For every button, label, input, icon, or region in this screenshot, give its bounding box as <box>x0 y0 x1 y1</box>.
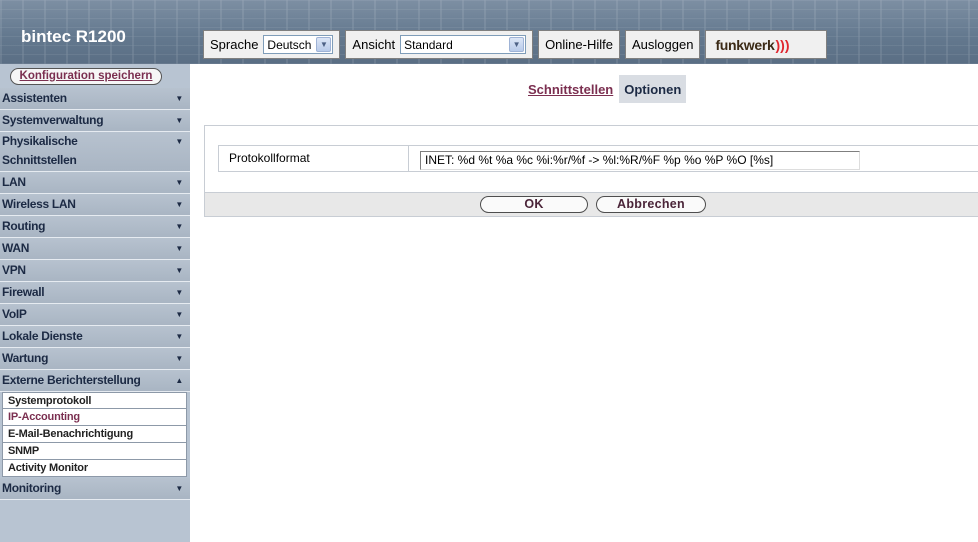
chevron-down-icon: ▼ <box>175 244 183 253</box>
sidebar-item-label: Firewall <box>2 285 45 299</box>
chevron-down-icon: ▼ <box>175 484 183 493</box>
top-toolbar: Sprache Deutsch ▼ Ansicht Standard ▼ Onl… <box>203 30 828 59</box>
sidebar-item-voip[interactable]: VoIP ▼ <box>0 304 190 326</box>
sidebar-item-label: LAN <box>2 175 26 189</box>
cancel-button[interactable]: Abbrechen <box>596 196 706 213</box>
sidebar-item-label: Routing <box>2 219 46 233</box>
sidebar-item-externe-berichterstellung[interactable]: Externe Berichterstellung ▲ <box>0 370 190 392</box>
sidebar-item-wan[interactable]: WAN ▼ <box>0 238 190 260</box>
chevron-down-icon: ▼ <box>175 200 183 209</box>
language-value: Deutsch <box>267 37 312 52</box>
language-select[interactable]: Deutsch ▼ <box>263 35 334 54</box>
sidebar-item-vpn[interactable]: VPN ▼ <box>0 260 190 282</box>
sidebar-item-label: Wireless LAN <box>2 197 76 211</box>
help-label: Online-Hilfe <box>545 37 613 52</box>
view-label: Ansicht <box>352 37 396 52</box>
sidebar-item-label: Systemverwaltung <box>2 113 104 127</box>
options-form: Protokollformat INET: %d %t %a %c %i:%r/… <box>204 125 978 193</box>
sidebar-item-routing[interactable]: Routing ▼ <box>0 216 190 238</box>
ok-button[interactable]: OK <box>480 196 588 213</box>
sidebar-item-label: Externe Berichterstellung <box>2 373 141 387</box>
sidebar-menu: Assistenten ▼ Systemverwaltung ▼ Physikali… <box>0 88 190 500</box>
view-value: Standard <box>404 37 453 52</box>
sidebar-item-label: Assistenten <box>2 91 67 105</box>
view-select[interactable]: Standard ▼ <box>400 35 527 54</box>
logout-button[interactable]: Ausloggen <box>624 30 701 59</box>
chevron-down-icon: ▼ <box>175 94 183 103</box>
subitem-ip-accounting[interactable]: IP-Accounting <box>2 409 187 426</box>
logout-label: Ausloggen <box>631 37 694 52</box>
chevron-down-icon: ▼ <box>175 178 183 187</box>
language-group: Sprache Deutsch ▼ <box>203 30 341 59</box>
view-group: Ansicht Standard ▼ <box>345 30 534 59</box>
sidebar-item-label: Wartung <box>2 351 49 365</box>
chevron-down-icon: ▼ <box>175 222 183 231</box>
sidebar-item-monitoring[interactable]: Monitoring ▼ <box>0 478 190 500</box>
chevron-down-icon: ▼ <box>175 288 183 297</box>
sidebar-item-label: WAN <box>2 241 30 255</box>
sidebar-item-label: VPN <box>2 263 26 277</box>
help-button[interactable]: Online-Hilfe <box>538 30 620 59</box>
funkwerk-logo: funkwerk ))) <box>705 30 828 59</box>
subitem-systemprotokoll[interactable]: Systemprotokoll <box>2 392 187 409</box>
subitem-snmp[interactable]: SNMP <box>2 443 187 460</box>
sidebar-item-assistenten[interactable]: Assistenten ▼ <box>0 88 190 110</box>
logo-text: funkwerk <box>715 36 775 53</box>
chevron-up-icon: ▲ <box>175 376 183 385</box>
protokollformat-label: Protokollformat <box>219 146 409 171</box>
sidebar-item-systemverwaltung[interactable]: Systemverwaltung ▼ <box>0 110 190 132</box>
sidebar-item-lan[interactable]: LAN ▼ <box>0 172 190 194</box>
sidebar-item-label: Lokale Dienste <box>2 329 83 343</box>
sidebar: Konfiguration speichern Assistenten ▼ Sys… <box>0 64 190 542</box>
subitem-email-benachrichtigung[interactable]: E-Mail-Benachrichtigung <box>2 426 187 443</box>
subitem-activity-monitor[interactable]: Activity Monitor <box>2 460 187 477</box>
save-configuration-button[interactable]: Konfiguration speichern <box>10 68 162 85</box>
sidebar-item-label: Monitoring <box>2 481 61 495</box>
chevron-down-icon: ▼ <box>175 137 183 146</box>
sidebar-item-firewall[interactable]: Firewall ▼ <box>0 282 190 304</box>
sidebar-item-lokale-dienste[interactable]: Lokale Dienste ▼ <box>0 326 190 348</box>
chevron-down-icon: ▼ <box>175 332 183 341</box>
button-bar: OK Abbrechen <box>204 193 978 217</box>
chevron-down-icon[interactable]: ▼ <box>316 37 332 52</box>
sidebar-item-label: VoIP <box>2 307 27 321</box>
sidebar-item-wireless-lan[interactable]: Wireless LAN ▼ <box>0 194 190 216</box>
header-bar: bintec R1200 Sprache Deutsch ▼ Ansicht S… <box>0 0 978 64</box>
tab-optionen[interactable]: Optionen <box>619 75 687 103</box>
chevron-down-icon[interactable]: ▼ <box>509 37 525 52</box>
protokollformat-input[interactable]: INET: %d %t %a %c %i:%r/%f -> %l:%R/%F %… <box>420 151 860 170</box>
sidebar-item-wartung[interactable]: Wartung ▼ <box>0 348 190 370</box>
language-label: Sprache <box>210 37 259 52</box>
chevron-down-icon: ▼ <box>175 354 183 363</box>
logo-wave-icon: ))) <box>775 36 790 53</box>
sidebar-item-label: Physikalische Schnittstellen <box>2 134 78 167</box>
chevron-down-icon: ▼ <box>175 116 183 125</box>
chevron-down-icon: ▼ <box>175 310 183 319</box>
protokollformat-row: Protokollformat INET: %d %t %a %c %i:%r/… <box>218 145 978 172</box>
tab-schnittstellen[interactable]: Schnittstellen <box>523 75 620 103</box>
tab-bar: Schnittstellen Optionen <box>523 75 687 103</box>
chevron-down-icon: ▼ <box>175 266 183 275</box>
device-title: bintec R1200 <box>21 27 126 46</box>
sidebar-item-physikalische-schnittstellen[interactable]: Physikalische Schnittstellen ▼ <box>0 132 190 172</box>
